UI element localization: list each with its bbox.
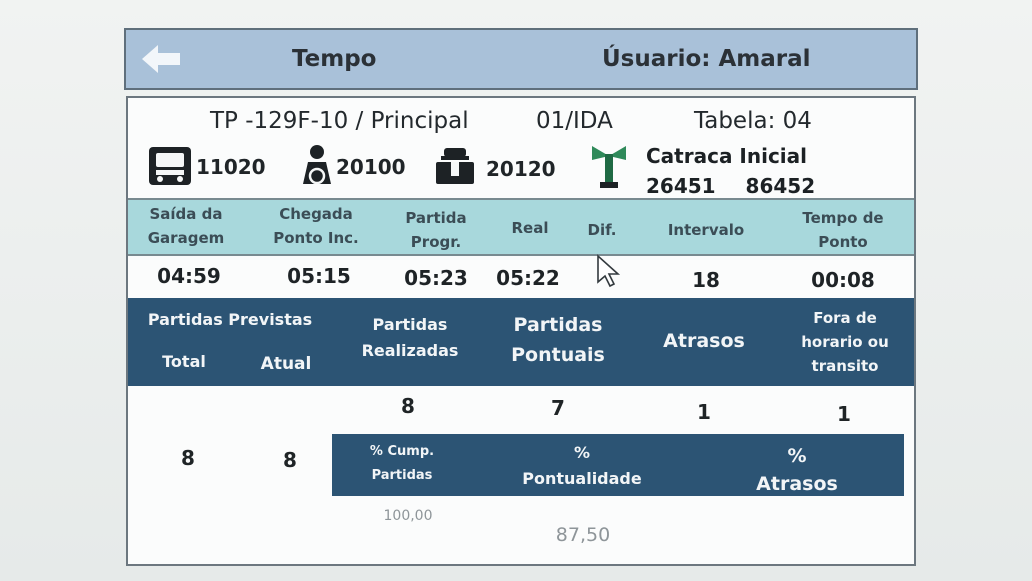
page-title: Tempo [292, 46, 377, 72]
bus-number: 11020 [196, 155, 266, 179]
header-dif: Dif. [587, 221, 617, 239]
header-pontuais: Partidas Pontuais [511, 314, 605, 366]
percent-header: % Cump. Partidas % Pontualidade % Atraso… [332, 434, 904, 496]
main-panel: TP -129F-10 / Principal 01/IDA Tabela: 0… [126, 96, 916, 566]
header-tempo: Tempo de Ponto [802, 209, 884, 251]
times-values-row: 04:59 05:15 05:23 05:22 18 00:08 [128, 256, 914, 298]
header-cump: % Cump. Partidas [369, 444, 435, 483]
value-saida: 04:59 [157, 264, 221, 288]
header-realizadas: Partidas Realizadas [361, 315, 459, 360]
value-pontualidade: 87,50 [555, 524, 611, 546]
back-arrow-icon [142, 45, 180, 73]
value-cump: 100,00 [383, 508, 433, 524]
driver-icon [303, 145, 331, 185]
header-partida: Partida Progr. [405, 209, 467, 251]
value-tempo: 00:08 [811, 268, 875, 292]
driver-number: 20100 [336, 155, 406, 179]
catraca-end: 86452 [745, 174, 816, 198]
header-saida: Saída da Garagem [147, 205, 225, 247]
header-atual: Atual [260, 354, 312, 374]
catraca-label: Catraca Inicial [646, 144, 808, 168]
turnstile-icon [592, 146, 626, 188]
collector-icon [436, 148, 474, 184]
back-button[interactable] [140, 42, 184, 76]
value-atrasos: 1 [697, 400, 711, 424]
tabela-label: Tabela: 04 [694, 108, 812, 134]
header-total: Total [162, 352, 206, 371]
value-pontuais: 7 [551, 396, 565, 420]
times-header: Saída da Garagem Chegada Ponto Inc. Part… [128, 198, 914, 256]
value-intervalo: 18 [692, 268, 720, 292]
value-partida: 05:23 [404, 266, 468, 290]
header-chegada: Chegada Ponto Inc. [273, 205, 359, 247]
value-realizadas: 8 [401, 394, 415, 418]
value-chegada: 05:15 [287, 264, 351, 288]
route-line: TP -129F-10 / Principal [210, 108, 469, 134]
header-pct-atrasos: % Atrasos [756, 445, 838, 495]
value-real: 05:22 [496, 266, 560, 290]
value-atual: 8 [283, 448, 297, 472]
bus-icon [149, 147, 191, 185]
value-fora: 1 [837, 402, 851, 426]
stats-header: Partidas Previstas Total Atual Partidas … [128, 298, 914, 386]
catraca-start: 26451 [646, 174, 716, 198]
value-total: 8 [181, 446, 195, 470]
header-real: Real [511, 219, 549, 237]
collector-number: 20120 [486, 157, 556, 181]
route-direction: 01/IDA [536, 108, 613, 134]
header-intervalo: Intervalo [667, 221, 745, 239]
user-label: Úsuario: Amaral [602, 46, 811, 72]
header-pontualidade: % Pontualidade [522, 443, 642, 488]
header-fora: Fora de horario ou transito [801, 309, 889, 375]
header-previstas: Partidas Previstas [147, 310, 313, 329]
header-bar: Tempo Úsuario: Amaral [124, 28, 918, 90]
cursor-icon [597, 254, 621, 288]
header-atrasos: Atrasos [663, 330, 745, 352]
screen: Tempo Úsuario: Amaral TP -129F-10 / Prin… [0, 0, 1032, 581]
catraca-values: 26451 86452 [646, 174, 815, 198]
